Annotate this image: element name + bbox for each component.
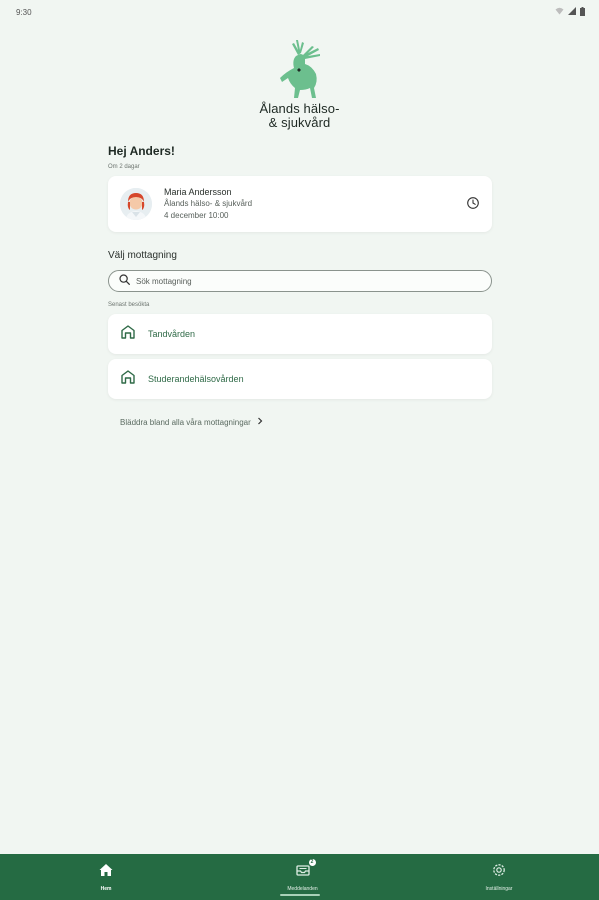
appointment-card[interactable]: Maria Andersson Ålands hälso- & sjukvård… [108, 176, 492, 232]
appointment-organization: Ålands hälso- & sjukvård [164, 199, 253, 208]
browse-all-link[interactable]: Bläddra bland alla våra mottagningar [120, 417, 492, 427]
search-input[interactable] [136, 276, 436, 286]
main-content: Hej Anders! Om 2 dagar Maria Andersson Å… [108, 142, 492, 427]
nav-label: Meddelanden [287, 886, 318, 892]
browse-all-label: Bläddra bland alla våra mottagningar [120, 417, 251, 427]
avatar [120, 188, 152, 220]
clinic-search[interactable] [108, 270, 492, 292]
signal-icon [568, 7, 576, 17]
clinic-item-studerandehalsovarden[interactable]: Studerandehälsovården [108, 359, 492, 399]
clinic-section-title: Välj mottagning [108, 250, 177, 261]
appointment-datetime: 4 december 10:00 [164, 211, 229, 220]
appointment-relative-time: Om 2 dagar [108, 164, 140, 170]
gesture-bar [280, 894, 320, 896]
nav-label: Hem [100, 886, 112, 892]
logo-text: Ålands hälso- & sjukvård [259, 102, 339, 130]
logo-line-2: & sjukvård [268, 115, 331, 130]
clinic-item-tandvarden[interactable]: Tandvården [108, 314, 492, 354]
notification-badge: 2 [308, 859, 316, 866]
deer-logo-icon [279, 40, 320, 98]
appointment-name: Maria Andersson [164, 187, 232, 197]
chevron-right-icon [257, 417, 263, 427]
wifi-icon [555, 7, 564, 17]
home-icon [98, 862, 114, 883]
nav-item-home[interactable]: Hem [66, 862, 146, 892]
appointment-info: Maria Andersson Ålands hälso- & sjukvård… [164, 186, 252, 222]
clinic-label: Tandvården [148, 329, 196, 339]
home-icon [120, 369, 136, 390]
home-icon [120, 324, 136, 345]
greeting-title: Hej Anders! [108, 144, 175, 158]
battery-icon [580, 6, 585, 18]
status-bar: 9:30 [0, 0, 599, 24]
inbox-icon [295, 862, 311, 883]
app-logo: Ålands hälso- & sjukvård [0, 38, 599, 130]
logo-line-1: Ålands hälso- [259, 101, 340, 116]
bottom-navigation: Hem 2 Meddelanden Inställningar [0, 854, 599, 900]
recent-label: Senast besökta [108, 302, 150, 308]
nav-item-messages[interactable]: 2 Meddelanden [263, 859, 343, 892]
clock-icon [466, 196, 480, 210]
clinic-label: Studerandehälsovården [148, 374, 244, 384]
nav-label: Inställningar [485, 886, 513, 892]
status-icons [555, 6, 585, 18]
status-time: 9:30 [16, 7, 32, 17]
search-icon [119, 272, 130, 290]
gear-icon [491, 862, 507, 883]
nav-item-settings[interactable]: Inställningar [459, 862, 539, 892]
